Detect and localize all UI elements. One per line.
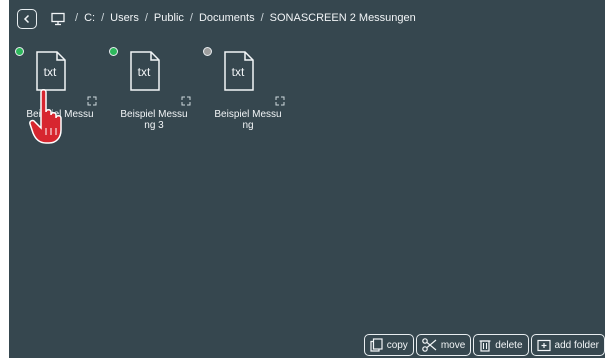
breadcrumb-users[interactable]: Users	[110, 12, 139, 24]
expand-icon[interactable]	[181, 96, 191, 106]
file-item[interactable]: txt Beispiel Messu ng	[203, 44, 293, 154]
expand-icon[interactable]	[275, 96, 285, 106]
breadcrumb-public[interactable]: Public	[154, 12, 184, 24]
action-toolbar: copy move delete add folder	[363, 334, 605, 358]
breadcrumb-current-folder[interactable]: SONASCREEN 2 Messungen	[270, 12, 416, 24]
breadcrumb-documents[interactable]: Documents	[199, 12, 255, 24]
add-folder-label: add folder	[554, 339, 599, 351]
svg-text:txt: txt	[138, 65, 151, 79]
copy-button[interactable]: copy	[363, 334, 414, 356]
svg-text:txt: txt	[44, 65, 57, 79]
back-button[interactable]	[17, 9, 37, 29]
txt-file-icon: txt	[224, 51, 254, 91]
file-item[interactable]: txt Beispiel Messu ng 3	[109, 44, 199, 154]
delete-button[interactable]: delete	[473, 334, 529, 356]
status-indicator-icon	[15, 47, 24, 56]
txt-file-icon: txt	[36, 51, 66, 91]
top-bar: / C: / Users / Public / Documents / SONA…	[9, 0, 605, 40]
back-icon	[23, 14, 30, 24]
expand-icon[interactable]	[87, 96, 97, 106]
move-label: move	[440, 339, 466, 351]
breadcrumb: / C: / Users / Public / Documents / SONA…	[75, 12, 416, 24]
add-folder-icon	[536, 339, 551, 351]
txt-file-icon: txt	[130, 51, 160, 91]
file-browser-screen: / C: / Users / Public / Documents / SONA…	[9, 0, 605, 358]
copy-icon	[370, 338, 383, 352]
status-indicator-icon	[203, 47, 212, 56]
file-name: Beispiel Messu ng 3	[120, 109, 188, 131]
hand-pointer-icon	[29, 89, 62, 144]
status-indicator-icon	[109, 47, 118, 56]
scissors-icon	[422, 338, 437, 352]
add-folder-button[interactable]: add folder	[530, 334, 605, 356]
trash-icon	[479, 340, 491, 352]
svg-text:txt: txt	[232, 65, 245, 79]
move-button[interactable]: move	[415, 334, 472, 356]
delete-label: delete	[495, 339, 523, 351]
breadcrumb-drive[interactable]: C:	[84, 12, 95, 24]
copy-label: copy	[386, 339, 408, 351]
computer-icon[interactable]	[51, 12, 65, 26]
file-name: Beispiel Messu ng	[214, 109, 282, 131]
